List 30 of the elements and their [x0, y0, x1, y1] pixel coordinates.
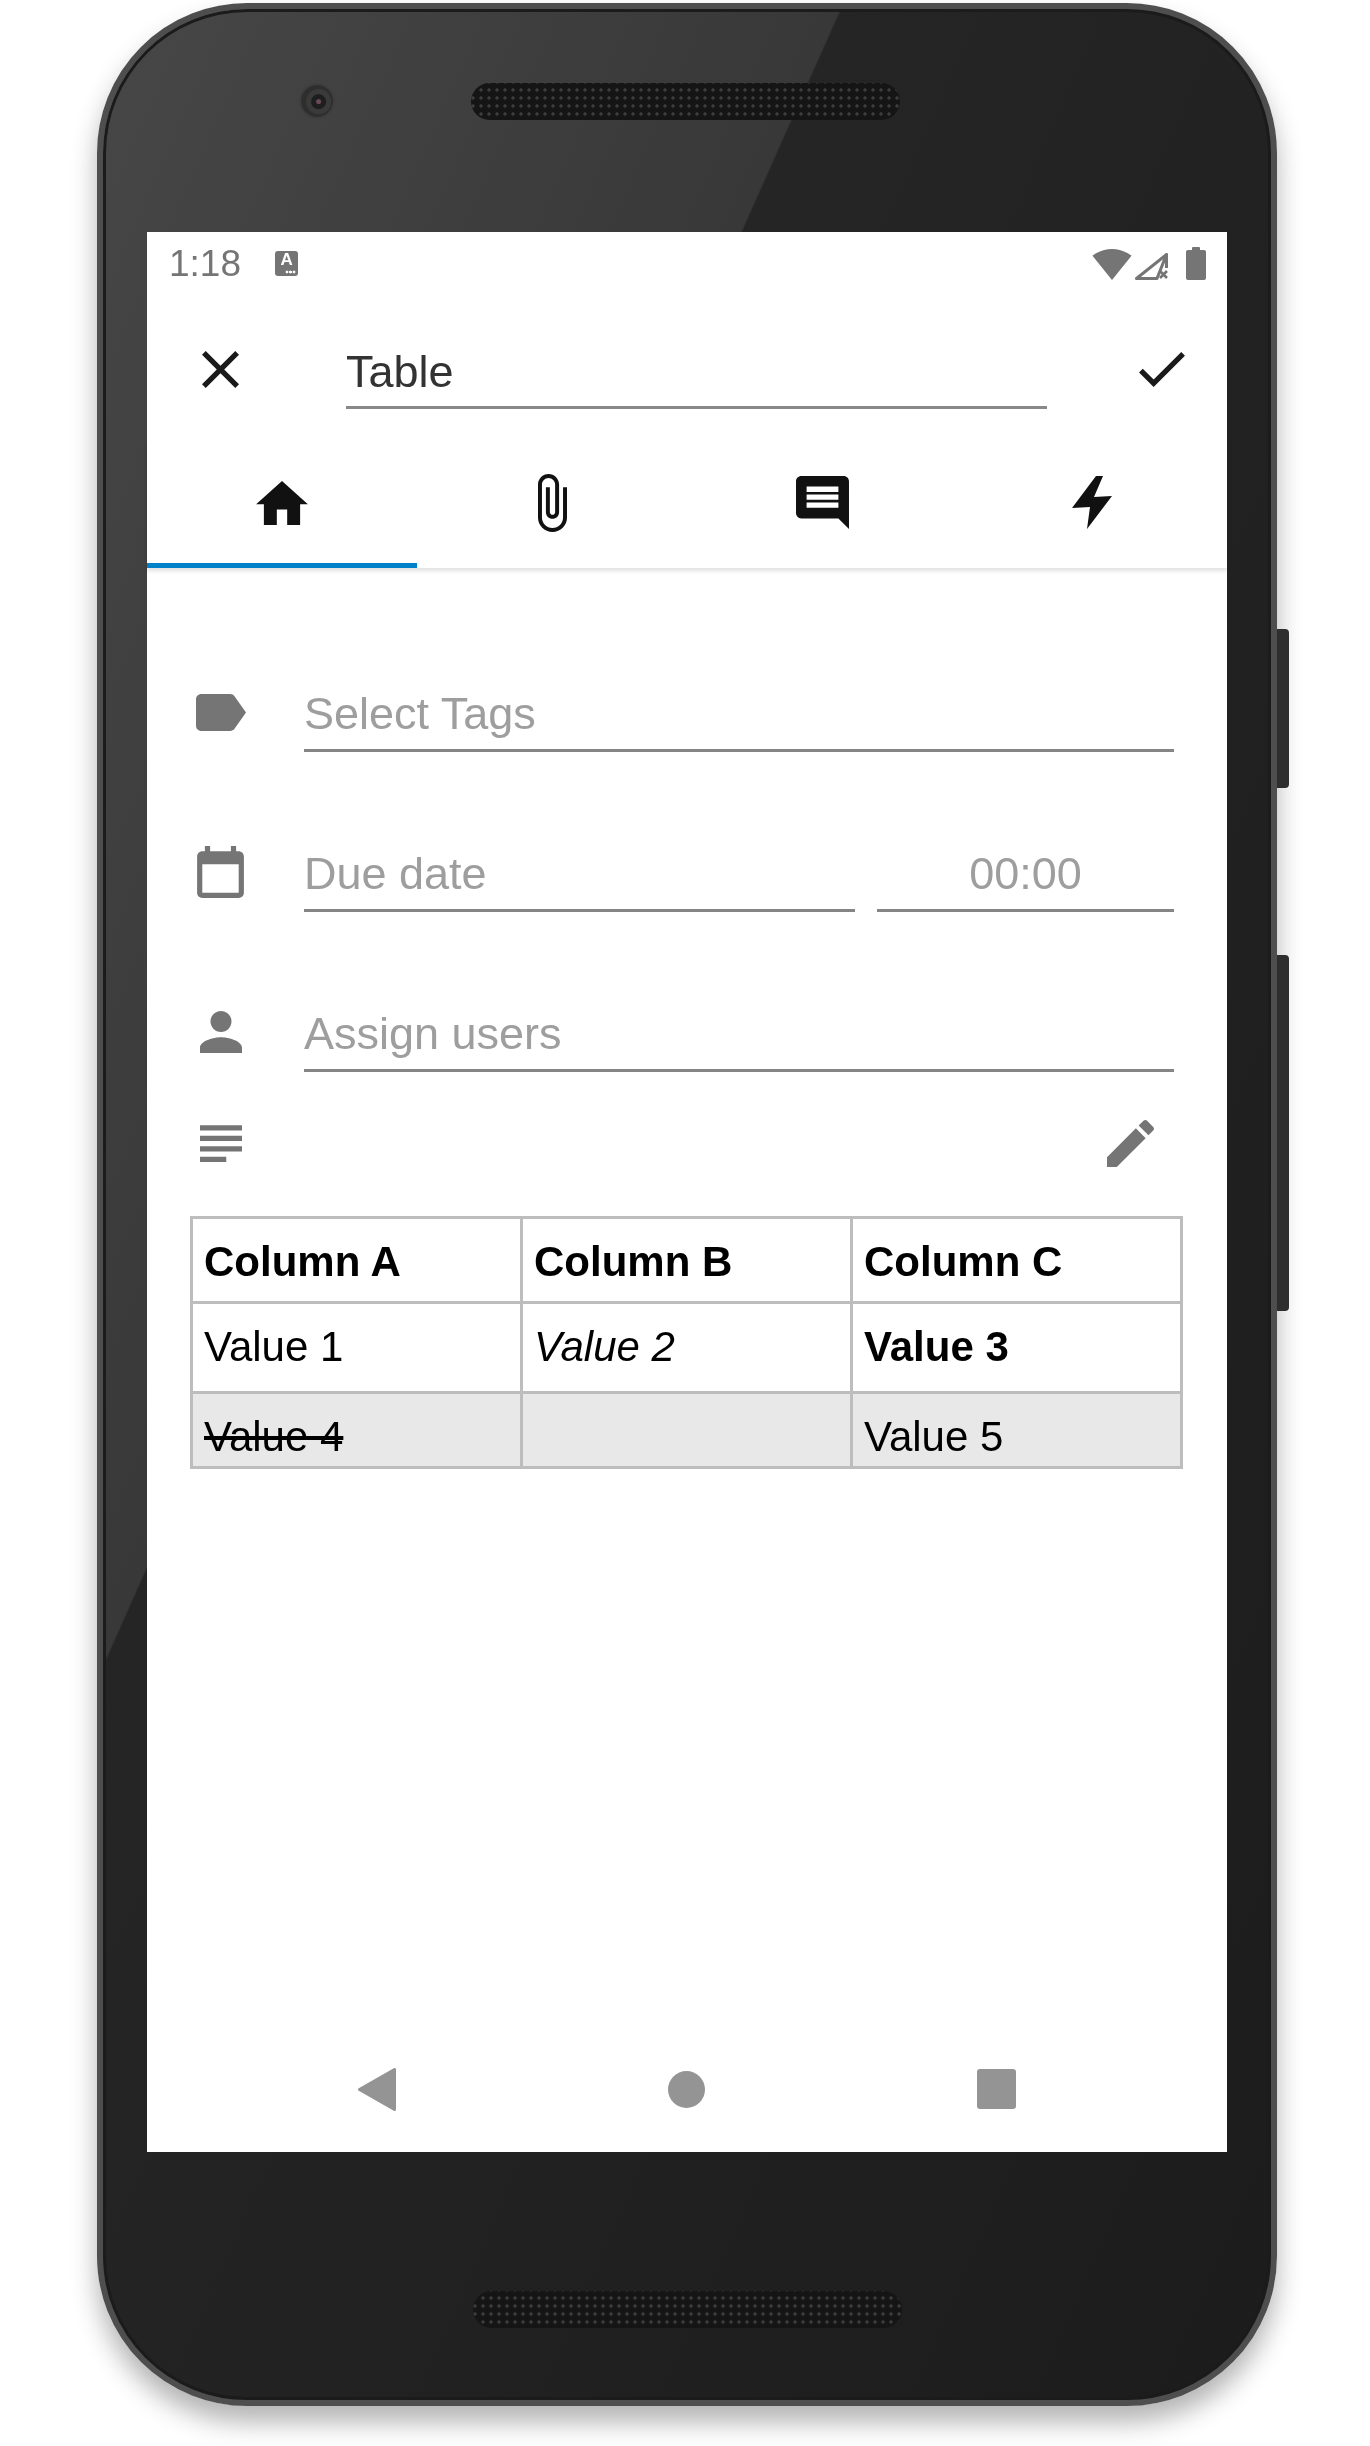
home-icon[interactable]	[668, 2070, 705, 2108]
person-icon	[199, 1011, 242, 1053]
notification-icon: A	[275, 251, 298, 276]
title-field[interactable]: Table	[346, 347, 1047, 409]
home-icon	[256, 480, 308, 525]
input-field[interactable]: 00:00	[877, 832, 1174, 912]
table-cell: Value 5	[851, 1392, 1182, 1468]
calendar-icon	[197, 846, 244, 898]
camera-lens	[301, 85, 333, 117]
signal-icon	[1135, 253, 1168, 280]
battery-icon	[1186, 247, 1206, 280]
input-field[interactable]: Assign users	[304, 992, 1174, 1072]
text-lines-icon	[199, 1125, 242, 1162]
column-header: Column A	[191, 1217, 522, 1303]
paperclip-icon	[537, 473, 567, 532]
input-field[interactable]: Due date	[304, 832, 855, 912]
wifi-icon	[1092, 249, 1132, 280]
chat-icon	[795, 476, 849, 529]
back-icon[interactable]	[358, 2067, 396, 2111]
status-time: 1:18	[169, 242, 241, 285]
table-cell: Value 2	[521, 1302, 852, 1393]
table-cell: Value 3	[851, 1302, 1182, 1393]
pencil-icon[interactable]	[1107, 1120, 1154, 1167]
lightning-icon	[1072, 476, 1112, 529]
table-cell: Value 1	[191, 1302, 522, 1393]
check-icon[interactable]	[1139, 352, 1185, 387]
input-field[interactable]: Select Tags	[304, 672, 1174, 752]
table-cell: Value 4	[191, 1392, 522, 1468]
tag-icon	[195, 693, 246, 731]
close-icon[interactable]	[202, 351, 239, 388]
